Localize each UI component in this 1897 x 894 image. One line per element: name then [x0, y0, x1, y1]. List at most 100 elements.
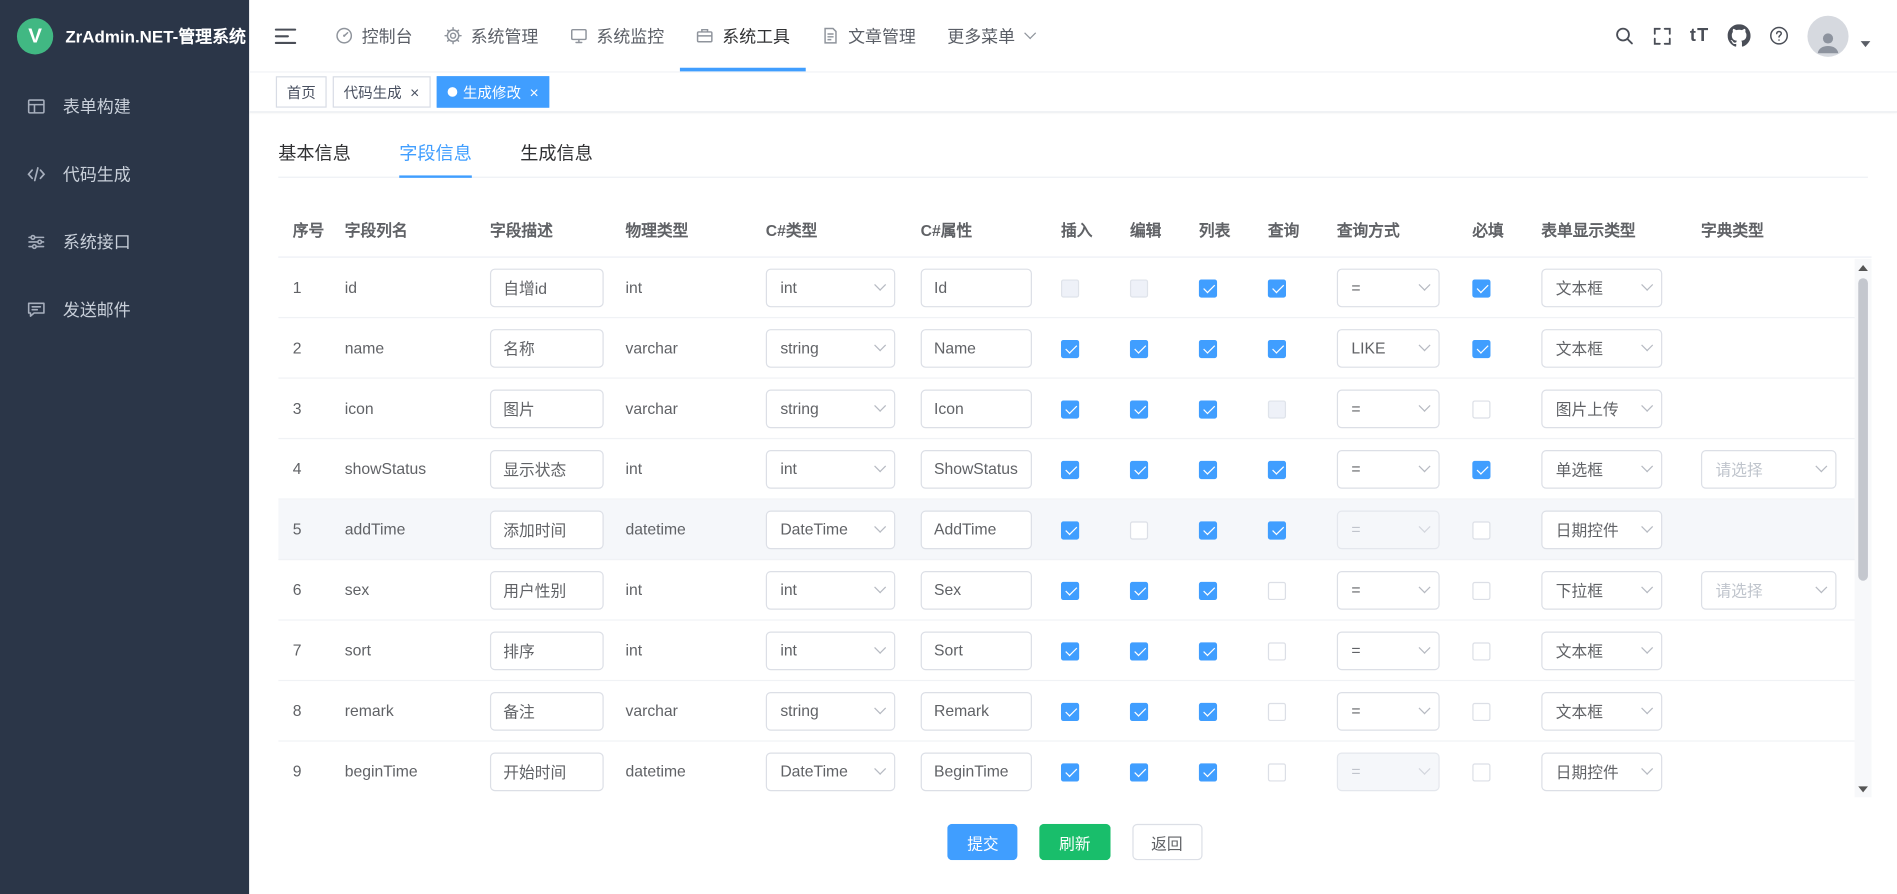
query-checkbox[interactable] — [1268, 763, 1286, 781]
display-type-select[interactable]: 日期控件 — [1541, 752, 1662, 791]
display-type-select[interactable]: 文本框 — [1541, 268, 1662, 307]
required-checkbox[interactable] — [1472, 581, 1490, 599]
scroll-up-icon[interactable] — [1855, 259, 1872, 276]
github-icon[interactable] — [1728, 24, 1751, 47]
tab-basic-info[interactable]: 基本信息 — [278, 129, 351, 177]
required-checkbox[interactable] — [1472, 460, 1490, 478]
required-checkbox[interactable] — [1472, 521, 1490, 539]
edit-checkbox[interactable] — [1130, 339, 1148, 357]
insert-checkbox[interactable] — [1061, 521, 1079, 539]
description-input[interactable] — [490, 449, 604, 488]
query-method-select[interactable]: = — [1337, 691, 1440, 730]
description-input[interactable] — [490, 328, 604, 367]
topnav-item-more-menu[interactable]: 更多菜单 — [932, 0, 1051, 71]
csharp-property-input[interactable] — [921, 510, 1032, 549]
required-checkbox[interactable] — [1472, 400, 1490, 418]
csharp-type-select[interactable]: string — [766, 328, 895, 367]
query-method-select[interactable]: = — [1337, 449, 1440, 488]
csharp-type-select[interactable]: string — [766, 691, 895, 730]
topnav-item-dashboard[interactable]: 控制台 — [319, 0, 428, 71]
description-input[interactable] — [490, 570, 604, 609]
query-method-select[interactable]: LIKE — [1337, 328, 1440, 367]
query-method-select[interactable]: = — [1337, 389, 1440, 428]
tab-gen-info[interactable]: 生成信息 — [520, 129, 593, 177]
display-type-select[interactable]: 图片上传 — [1541, 389, 1662, 428]
back-button[interactable]: 返回 — [1132, 824, 1202, 860]
list-checkbox[interactable] — [1199, 460, 1217, 478]
csharp-type-select[interactable]: int — [766, 570, 895, 609]
edit-checkbox[interactable] — [1130, 460, 1148, 478]
insert-checkbox[interactable] — [1061, 763, 1079, 781]
description-input[interactable] — [490, 631, 604, 670]
query-checkbox[interactable] — [1268, 460, 1286, 478]
query-method-select[interactable]: = — [1337, 570, 1440, 609]
sidebar-item-system-api[interactable]: 系统接口 — [0, 208, 249, 276]
query-checkbox[interactable] — [1268, 581, 1286, 599]
list-checkbox[interactable] — [1199, 521, 1217, 539]
description-input[interactable] — [490, 389, 604, 428]
list-checkbox[interactable] — [1199, 763, 1217, 781]
csharp-property-input[interactable] — [921, 570, 1032, 609]
insert-checkbox[interactable] — [1061, 279, 1079, 297]
csharp-type-select[interactable]: int — [766, 449, 895, 488]
query-method-select[interactable]: = — [1337, 510, 1440, 549]
sidebar-item-code-gen[interactable]: 代码生成 — [0, 140, 249, 208]
dict-type-select[interactable]: 请选择 — [1701, 570, 1836, 609]
topnav-item-article-manage[interactable]: 文章管理 — [806, 0, 932, 71]
scroll-down-icon[interactable] — [1855, 780, 1872, 797]
edit-checkbox[interactable] — [1130, 400, 1148, 418]
edit-checkbox[interactable] — [1130, 521, 1148, 539]
required-checkbox[interactable] — [1472, 279, 1490, 297]
csharp-type-select[interactable]: int — [766, 268, 895, 307]
query-method-select[interactable]: = — [1337, 631, 1440, 670]
required-checkbox[interactable] — [1472, 339, 1490, 357]
font-size-icon[interactable]: tT — [1690, 25, 1710, 46]
help-icon[interactable] — [1769, 25, 1790, 46]
insert-checkbox[interactable] — [1061, 702, 1079, 720]
close-icon[interactable]: × — [529, 84, 538, 100]
insert-checkbox[interactable] — [1061, 400, 1079, 418]
description-input[interactable] — [490, 268, 604, 307]
insert-checkbox[interactable] — [1061, 460, 1079, 478]
topnav-item-system-manage[interactable]: 系统管理 — [428, 0, 554, 71]
scrollbar-thumb[interactable] — [1858, 278, 1868, 580]
display-type-select[interactable]: 文本框 — [1541, 631, 1662, 670]
query-method-select[interactable]: = — [1337, 752, 1440, 791]
csharp-property-input[interactable] — [921, 631, 1032, 670]
insert-checkbox[interactable] — [1061, 339, 1079, 357]
sidebar-item-send-mail[interactable]: 发送邮件 — [0, 276, 249, 344]
tab-field-info[interactable]: 字段信息 — [399, 129, 472, 177]
sidebar-item-form-build[interactable]: 表单构建 — [0, 73, 249, 141]
fullscreen-icon[interactable] — [1652, 26, 1671, 45]
csharp-property-input[interactable] — [921, 328, 1032, 367]
refresh-button[interactable]: 刷新 — [1040, 824, 1110, 860]
insert-checkbox[interactable] — [1061, 581, 1079, 599]
csharp-property-input[interactable] — [921, 268, 1032, 307]
topnav-item-system-tools[interactable]: 系统工具 — [680, 0, 806, 71]
display-type-select[interactable]: 日期控件 — [1541, 510, 1662, 549]
query-method-select[interactable]: = — [1337, 268, 1440, 307]
query-checkbox[interactable] — [1268, 642, 1286, 660]
dict-type-select[interactable]: 请选择 — [1701, 449, 1836, 488]
description-input[interactable] — [490, 510, 604, 549]
tag-gen-edit[interactable]: 生成修改× — [436, 76, 549, 107]
insert-checkbox[interactable] — [1061, 642, 1079, 660]
query-checkbox[interactable] — [1268, 521, 1286, 539]
search-icon[interactable] — [1614, 25, 1635, 46]
app-logo[interactable]: V ZrAdmin.NET-管理系统 — [0, 0, 249, 73]
edit-checkbox[interactable] — [1130, 702, 1148, 720]
display-type-select[interactable]: 文本框 — [1541, 691, 1662, 730]
csharp-property-input[interactable] — [921, 389, 1032, 428]
tag-code-gen[interactable]: 代码生成× — [333, 76, 431, 107]
topnav-item-system-monitor[interactable]: 系统监控 — [554, 0, 680, 71]
csharp-type-select[interactable]: DateTime — [766, 510, 895, 549]
edit-checkbox[interactable] — [1130, 581, 1148, 599]
csharp-type-select[interactable]: int — [766, 631, 895, 670]
close-icon[interactable]: × — [410, 84, 419, 100]
display-type-select[interactable]: 单选框 — [1541, 449, 1662, 488]
csharp-property-input[interactable] — [921, 752, 1032, 791]
query-checkbox[interactable] — [1268, 279, 1286, 297]
avatar[interactable] — [1807, 15, 1848, 56]
query-checkbox[interactable] — [1268, 702, 1286, 720]
required-checkbox[interactable] — [1472, 763, 1490, 781]
